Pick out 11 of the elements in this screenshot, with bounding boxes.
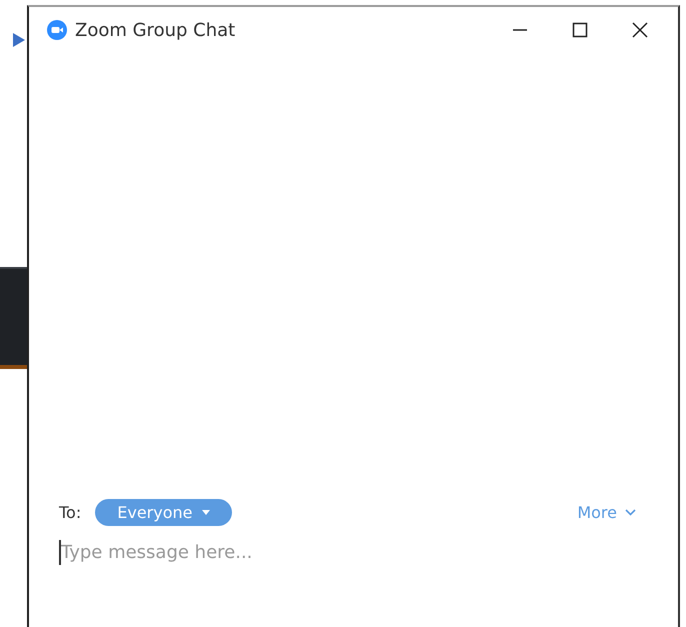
- close-icon: [632, 22, 648, 38]
- recipient-dropdown[interactable]: Everyone: [95, 499, 232, 526]
- chevron-icon: [625, 509, 636, 516]
- window-title: Zoom Group Chat: [75, 20, 236, 40]
- maximize-icon: [572, 22, 588, 38]
- to-label: To:: [59, 503, 82, 522]
- camera-icon: [47, 20, 67, 40]
- arrow-icon: [13, 33, 25, 47]
- more-button[interactable]: More: [575, 501, 638, 524]
- caret-icon: [202, 510, 210, 515]
- minimize-icon: [512, 29, 528, 31]
